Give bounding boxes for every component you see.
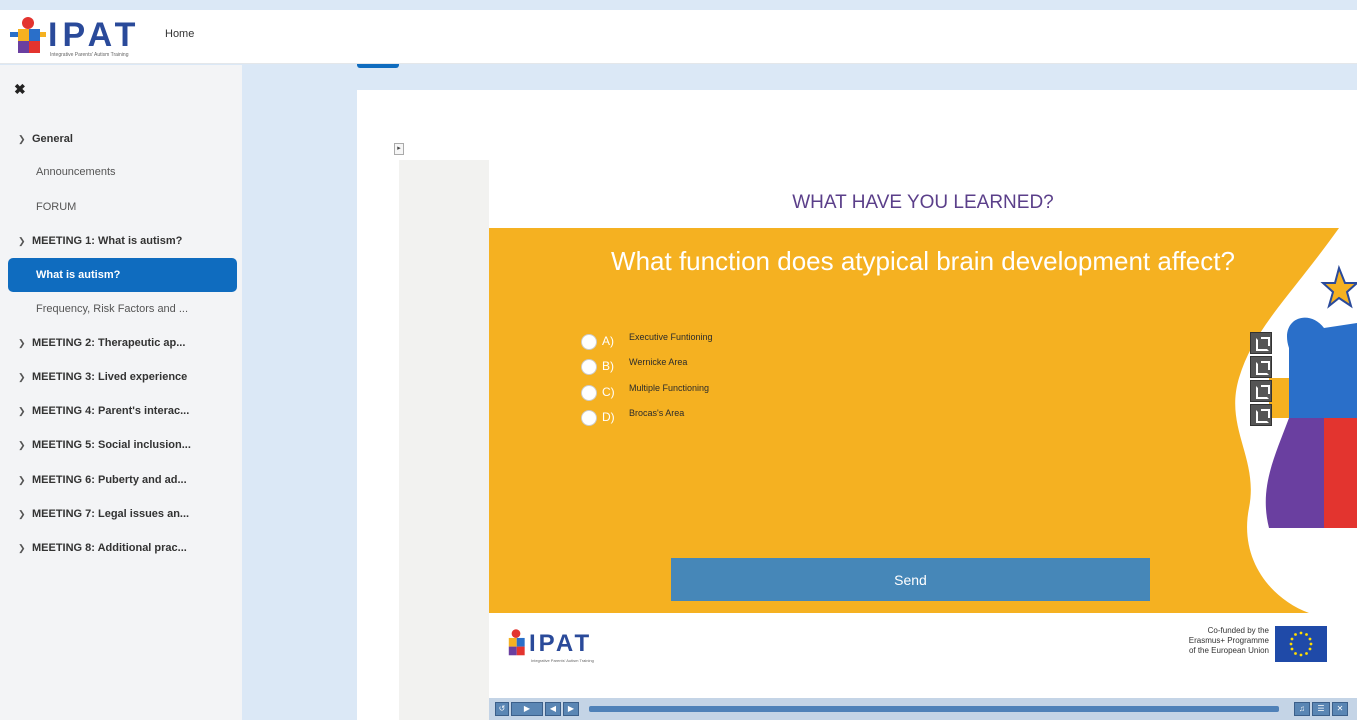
- chevron-down-icon[interactable]: ❯: [18, 440, 32, 451]
- chevron-right-icon[interactable]: ▸: [394, 143, 404, 155]
- sidebar-item-announcements[interactable]: Announcements: [36, 166, 116, 178]
- puzzle-figure-icon: [10, 17, 46, 53]
- section-meeting-8[interactable]: ❯ MEETING 8: Additional prac...: [18, 542, 187, 554]
- radio-button[interactable]: [581, 410, 597, 426]
- question-text: What function does atypical brain develo…: [611, 246, 1235, 276]
- option-text: Wernicke Area: [629, 357, 688, 367]
- rewind-icon[interactable]: ↺: [495, 702, 509, 716]
- eu-flag-icon: [1275, 626, 1327, 662]
- captions-icon[interactable]: ☰: [1312, 702, 1330, 716]
- chevron-down-icon[interactable]: ❯: [18, 134, 32, 145]
- eu-line-3: of the European Union: [1188, 646, 1269, 655]
- chevron-down-icon[interactable]: ❯: [18, 543, 32, 554]
- section-label: MEETING 8: Additional prac...: [32, 542, 187, 554]
- chevron-down-icon[interactable]: ❯: [18, 236, 32, 247]
- sidebar-item-what-is-autism[interactable]: What is autism?: [8, 258, 237, 292]
- sidebar-item-label: What is autism?: [36, 269, 121, 281]
- slide-outline-panel: [399, 160, 489, 720]
- progress-slider[interactable]: [589, 706, 1279, 712]
- section-label: MEETING 1: What is autism?: [32, 235, 183, 247]
- section-meeting-3[interactable]: ❯ MEETING 3: Lived experience: [18, 371, 187, 383]
- brand-subtitle: Integrative Parents' Autism Training: [50, 52, 129, 58]
- puzzle-illustration: [1235, 228, 1357, 613]
- section-label: MEETING 3: Lived experience: [32, 371, 188, 383]
- chevron-down-icon[interactable]: ❯: [18, 338, 32, 349]
- section-meeting-7[interactable]: ❯ MEETING 7: Legal issues an...: [18, 508, 189, 520]
- close-icon[interactable]: ✖: [14, 81, 26, 98]
- option-text: Executive Funtioning: [629, 332, 713, 342]
- close-icon[interactable]: ✕: [1332, 702, 1348, 716]
- option-letter: C): [602, 385, 615, 399]
- slide-heading: WHAT HAVE YOU LEARNED?: [792, 192, 1054, 213]
- option-text: Multiple Functioning: [629, 383, 710, 393]
- section-meeting-6[interactable]: ❯ MEETING 6: Puberty and ad...: [18, 474, 187, 486]
- question-panel: [489, 228, 1357, 613]
- option-letter: A): [602, 334, 614, 348]
- eu-line-1: Co-funded by the: [1207, 626, 1269, 635]
- radio-button[interactable]: [581, 385, 597, 401]
- option-letter: D): [602, 410, 615, 424]
- sidebar-item-forum[interactable]: FORUM: [36, 201, 76, 213]
- option-text: Brocas's Area: [629, 408, 685, 418]
- section-meeting-1[interactable]: ❯ MEETING 1: What is autism?: [18, 235, 182, 247]
- external-link-icon[interactable]: [1250, 332, 1272, 354]
- footer-ipat-logo: IPAT Integrative Parents' Autism Trainin…: [503, 628, 623, 668]
- quiz-slide: WHAT HAVE YOU LEARNED? What function doe…: [489, 160, 1357, 720]
- section-meeting-2[interactable]: ❯ MEETING 2: Therapeutic ap...: [18, 337, 185, 349]
- section-meeting-4[interactable]: ❯ MEETING 4: Parent's interac...: [18, 405, 189, 417]
- eu-stars-icon: [1289, 631, 1313, 657]
- brand-name: IPAT: [48, 16, 141, 54]
- section-label: MEETING 6: Puberty and ad...: [32, 474, 187, 486]
- eu-funding-text: Co-funded by the Erasmus+ Programme of t…: [1129, 626, 1269, 656]
- external-link-icon[interactable]: [1250, 356, 1272, 378]
- brand-name: IPAT: [529, 630, 593, 657]
- play-icon[interactable]: ▶: [511, 702, 543, 716]
- chevron-down-icon[interactable]: ❯: [18, 475, 32, 486]
- puzzle-figure-icon: [508, 629, 525, 656]
- radio-button[interactable]: [581, 359, 597, 375]
- option-letter: B): [602, 359, 614, 373]
- section-label: MEETING 4: Parent's interac...: [32, 405, 190, 417]
- next-slide-icon[interactable]: ▶: [563, 702, 579, 716]
- section-label: MEETING 5: Social inclusion...: [32, 439, 191, 451]
- player-control-bar: ↺ ▶ ◀ ▶ ♫ ☰ ✕: [489, 698, 1357, 720]
- brand-subtitle: Integrative Parents' Autism Training: [531, 658, 594, 663]
- external-link-icon[interactable]: [1250, 404, 1272, 426]
- section-meeting-5[interactable]: ❯ MEETING 5: Social inclusion...: [18, 439, 191, 451]
- send-button[interactable]: Send: [671, 558, 1150, 601]
- nav-home-link[interactable]: Home: [165, 28, 194, 40]
- eu-line-2: Erasmus+ Programme: [1188, 636, 1269, 645]
- section-label: MEETING 2: Therapeutic ap...: [32, 337, 186, 349]
- chevron-down-icon[interactable]: ❯: [18, 509, 32, 520]
- section-general[interactable]: ❯ General: [18, 133, 73, 145]
- section-label: General: [32, 133, 73, 145]
- external-link-icon[interactable]: [1250, 380, 1272, 402]
- ipat-logo[interactable]: IPAT Integrative Parents' Autism Trainin…: [10, 14, 140, 60]
- sidebar-item-frequency[interactable]: Frequency, Risk Factors and ...: [36, 303, 188, 315]
- chevron-down-icon[interactable]: ❯: [18, 406, 32, 417]
- prev-slide-icon[interactable]: ◀: [545, 702, 561, 716]
- section-label: MEETING 7: Legal issues an...: [32, 508, 190, 520]
- chevron-down-icon[interactable]: ❯: [18, 372, 32, 383]
- course-index-sidebar: ✖ ❯ General Announcements FORUM ❯ MEETING …: [0, 65, 242, 720]
- radio-button[interactable]: [581, 334, 597, 350]
- volume-icon[interactable]: ♫: [1294, 702, 1310, 716]
- active-tab-indicator: [357, 64, 399, 68]
- top-navbar: IPAT Integrative Parents' Autism Trainin…: [0, 10, 1357, 64]
